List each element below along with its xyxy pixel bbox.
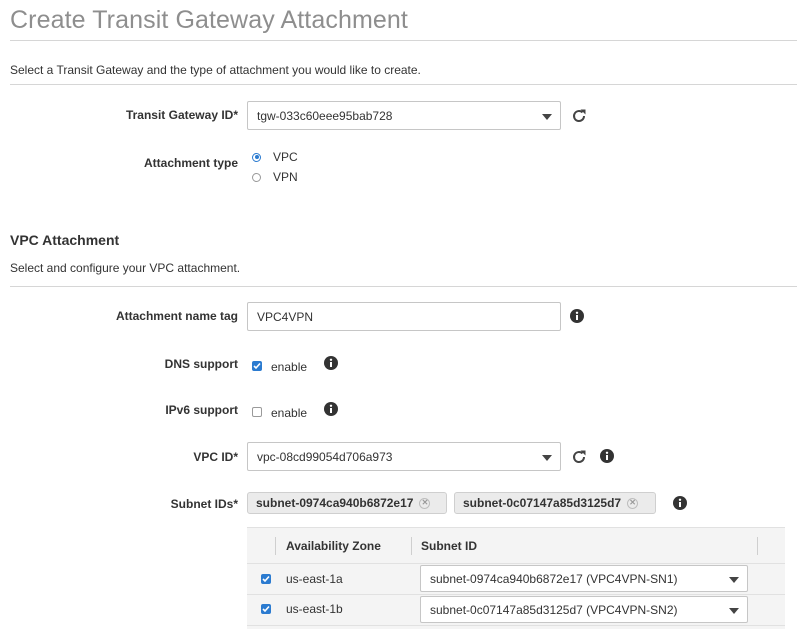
chevron-down-icon: [542, 113, 552, 120]
vpc-id-select[interactable]: vpc-08cd99054d706a973: [247, 442, 561, 471]
radio-button[interactable]: [252, 172, 261, 182]
radio-vpc-label: VPC: [273, 150, 298, 164]
subnet-token[interactable]: subnet-0c07147a85d3125d7 ✕: [454, 492, 656, 514]
ipv6-support-checkbox[interactable]: [252, 406, 262, 417]
column-separator: [275, 537, 276, 555]
column-header-availability-zone[interactable]: Availability Zone: [286, 539, 381, 553]
chevron-down-icon: [729, 576, 739, 583]
name-tag-input[interactable]: VPC4VPN: [247, 302, 561, 331]
ipv6-support-label: IPv6 support: [165, 403, 238, 417]
row-checkbox[interactable]: [261, 574, 271, 584]
column-separator: [757, 537, 758, 555]
page-title: Create Transit Gateway Attachment: [10, 6, 408, 34]
name-tag-label: Attachment name tag: [115, 309, 238, 323]
ipv6-support-option: enable: [271, 406, 308, 420]
radio-vpc[interactable]: VPC: [252, 150, 298, 164]
subnet-token-label: subnet-0974ca940b6872e17: [256, 496, 414, 510]
subnet-token-label: subnet-0c07147a85d3125d7: [463, 496, 622, 510]
table-divider: [247, 563, 785, 564]
divider: [10, 84, 797, 85]
column-header-subnet-id[interactable]: Subnet ID: [421, 539, 477, 553]
subnet-select[interactable]: subnet-0974ca940b6872e17 (VPC4VPN-SN1): [420, 565, 748, 592]
remove-icon[interactable]: ✕: [419, 497, 431, 509]
dns-support-option: enable: [271, 360, 308, 374]
refresh-icon[interactable]: [569, 106, 589, 126]
section-description: Select and configure your VPC attachment…: [10, 261, 241, 275]
info-icon[interactable]: [598, 447, 616, 465]
row-checkbox[interactable]: [261, 604, 271, 614]
tgw-id-label: Transit Gateway ID*: [125, 108, 238, 122]
table-divider: [247, 625, 785, 626]
vpc-id-value: vpc-08cd99054d706a973: [257, 449, 393, 464]
subnet-select-value: subnet-0c07147a85d3125d7 (VPC4VPN-SN2): [430, 602, 678, 617]
radio-vpn-label: VPN: [273, 170, 298, 184]
section-title: VPC Attachment: [10, 232, 120, 248]
info-icon[interactable]: [568, 307, 586, 325]
availability-zone-cell: us-east-1a: [286, 572, 343, 586]
subnet-select[interactable]: subnet-0c07147a85d3125d7 (VPC4VPN-SN2): [420, 596, 748, 623]
page-description: Select a Transit Gateway and the type of…: [10, 63, 421, 77]
remove-icon[interactable]: ✕: [627, 497, 639, 509]
attachment-type-label: Attachment type: [143, 156, 238, 170]
refresh-icon[interactable]: [569, 447, 589, 467]
dns-support-checkbox-row[interactable]: enable: [252, 357, 307, 374]
info-icon[interactable]: [322, 400, 340, 418]
chevron-down-icon: [542, 454, 552, 461]
subnet-token[interactable]: subnet-0974ca940b6872e17 ✕: [247, 492, 447, 514]
radio-vpn[interactable]: VPN: [252, 170, 298, 184]
tgw-id-value: tgw-033c60eee95bab728: [257, 108, 393, 123]
radio-button[interactable]: [252, 152, 261, 162]
chevron-down-icon: [729, 607, 739, 614]
dns-support-label: DNS support: [164, 357, 238, 371]
tgw-id-select[interactable]: tgw-033c60eee95bab728: [247, 101, 561, 130]
vpc-id-label: VPC ID*: [193, 450, 238, 464]
subnet-select-value: subnet-0974ca940b6872e17 (VPC4VPN-SN1): [430, 571, 678, 586]
divider: [10, 286, 797, 287]
table-divider: [247, 594, 785, 595]
subnet-table: Availability Zone Subnet ID us-east-1a s…: [247, 527, 785, 629]
column-separator: [411, 537, 412, 555]
divider: [10, 40, 797, 41]
dns-support-checkbox[interactable]: [252, 360, 262, 371]
subnet-ids-label: Subnet IDs*: [170, 497, 238, 511]
availability-zone-cell: us-east-1b: [286, 602, 343, 616]
info-icon[interactable]: [671, 494, 689, 512]
name-tag-value: VPC4VPN: [257, 309, 314, 324]
info-icon[interactable]: [322, 354, 340, 372]
ipv6-support-checkbox-row[interactable]: enable: [252, 403, 307, 420]
